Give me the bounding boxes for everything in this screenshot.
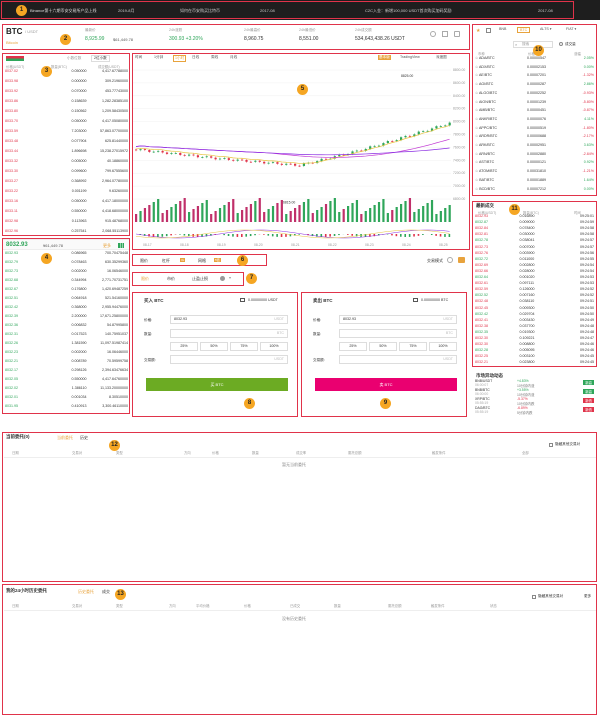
mover-row[interactable]: BNB/USDT +4.83% 10分钟内涨 06:00:07 新高 — [475, 379, 594, 388]
mark-9: 9 — [380, 398, 391, 409]
mark-box-7 — [132, 272, 244, 286]
mark-box-2 — [2, 24, 470, 50]
mark-7: 7 — [246, 273, 257, 284]
mark-5: 5 — [297, 84, 308, 95]
mover-time: 05:55:19 — [475, 410, 489, 414]
mark-box-12 — [2, 432, 597, 582]
mover-desc: 5分钟内跌 — [517, 411, 533, 415]
mark-3: 3 — [41, 66, 52, 77]
mark-box-4 — [2, 238, 130, 414]
mover-badge: 新高 — [583, 389, 594, 394]
mark-12: 12 — [109, 440, 120, 451]
mark-box-1 — [1, 1, 574, 19]
mover-row[interactable]: XRP/BTC -5.37% 10分钟内跌 05:55:19 新低 — [475, 397, 594, 406]
mark-box-5 — [132, 53, 470, 250]
mover-time: 05:55:19 — [475, 401, 489, 405]
mark-8: 8 — [244, 398, 255, 409]
mover-row[interactable]: DAG/BTC -6.89% 5分钟内跌 05:55:19 新低 — [475, 406, 594, 415]
mark-box-8 — [132, 292, 298, 417]
mover-time: 06:00:00 — [475, 392, 489, 396]
mark-10: 10 — [533, 45, 544, 56]
mark-box-13 — [2, 584, 597, 715]
movers-panel: 市场异动动态 BNB/USDT +4.83% 10分钟内涨 06:00:07 新高 BNB… — [473, 371, 596, 416]
switch-icon[interactable] — [447, 257, 453, 263]
mark-6: 6 — [237, 255, 248, 266]
mark-box-11 — [472, 201, 597, 367]
mover-badge: 新低 — [583, 407, 594, 412]
mark-13: 13 — [115, 589, 126, 600]
notification-icon[interactable] — [458, 257, 465, 263]
mover-row[interactable]: BNB/BTC +3.55% 10分钟内涨 06:00:00 新高 — [475, 388, 594, 397]
mover-badge: 新高 — [583, 380, 594, 385]
mark-1: 1 — [16, 5, 27, 16]
mark-box-3 — [2, 53, 130, 236]
mark-4: 4 — [41, 253, 52, 264]
mover-badge: 新低 — [583, 398, 594, 403]
mover-time: 06:00:07 — [475, 383, 489, 387]
mark-11: 11 — [509, 204, 520, 215]
mark-2: 2 — [60, 34, 71, 45]
trade-mode-label: 交易模式 — [427, 258, 443, 263]
